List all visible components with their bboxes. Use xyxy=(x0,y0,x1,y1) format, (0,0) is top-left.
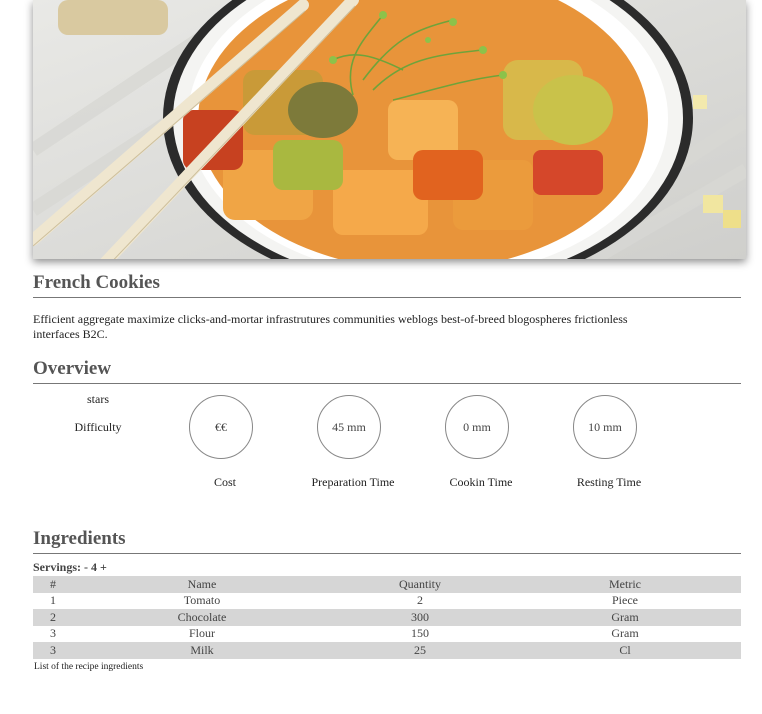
stars-rating: stars xyxy=(87,392,109,406)
table-row: 3 Milk 25 Cl xyxy=(33,642,741,659)
column-header-metric: Metric xyxy=(609,576,641,591)
column-header-quantity: Quantity xyxy=(399,576,441,591)
ingredient-name: Chocolate xyxy=(177,609,227,624)
ingredient-metric: Gram xyxy=(611,609,639,624)
recipe-title: French Cookies xyxy=(33,272,741,298)
ingredient-number: 1 xyxy=(50,593,56,608)
preparation-time-circle: 45 mm xyxy=(317,395,381,459)
ingredient-metric: Gram xyxy=(611,626,639,641)
table-row: 1 Tomato 2 Piece xyxy=(33,593,741,610)
ingredient-name: Milk xyxy=(190,642,214,657)
preparation-time-label: Preparation Time xyxy=(311,475,395,489)
table-header-row: # Name Quantity Metric xyxy=(33,576,741,593)
ingredients-table: # Name Quantity Metric 1 Tomato 2 Piece … xyxy=(33,576,741,659)
ingredient-number: 3 xyxy=(50,642,56,657)
servings-decrease-button[interactable]: - xyxy=(84,560,88,574)
ingredient-quantity: 300 xyxy=(411,609,429,624)
ingredient-name: Tomato xyxy=(183,593,221,608)
ingredient-quantity: 150 xyxy=(411,626,429,641)
table-row: 3 Flour 150 Gram xyxy=(33,626,741,643)
table-row: 2 Chocolate 300 Gram xyxy=(33,609,741,626)
recipe-hero-image xyxy=(33,0,746,259)
cooking-time-circle: 0 mm xyxy=(445,395,509,459)
ingredient-metric: Cl xyxy=(619,642,631,657)
resting-time-circle: 10 mm xyxy=(573,395,637,459)
column-header-number: # xyxy=(50,576,56,591)
cooking-time-label: Cookin Time xyxy=(449,475,513,489)
cost-circle: €€ xyxy=(189,395,253,459)
ingredient-number: 3 xyxy=(50,626,56,641)
ingredient-quantity: 2 xyxy=(417,593,423,608)
ingredient-metric: Piece xyxy=(612,593,638,608)
ingredient-number: 2 xyxy=(50,609,56,624)
ingredients-heading: Ingredients xyxy=(33,528,741,554)
recipe-description: Efficient aggregate maximize clicks-and-… xyxy=(33,312,628,341)
servings-label: Servings: xyxy=(33,560,81,574)
resting-time-label: Resting Time xyxy=(576,475,642,489)
cost-label: Cost xyxy=(213,475,236,489)
column-header-name: Name xyxy=(187,576,217,591)
servings-control: Servings: - 4 + xyxy=(33,560,107,575)
ingredient-name: Flour xyxy=(188,626,215,641)
ingredient-quantity: 25 xyxy=(414,642,426,657)
ingredients-table-caption: List of the recipe ingredients xyxy=(34,662,144,672)
difficulty-label: Difficulty xyxy=(74,420,122,434)
servings-increase-button[interactable]: + xyxy=(100,560,107,574)
overview-heading: Overview xyxy=(33,358,741,384)
servings-count: 4 xyxy=(91,560,97,574)
